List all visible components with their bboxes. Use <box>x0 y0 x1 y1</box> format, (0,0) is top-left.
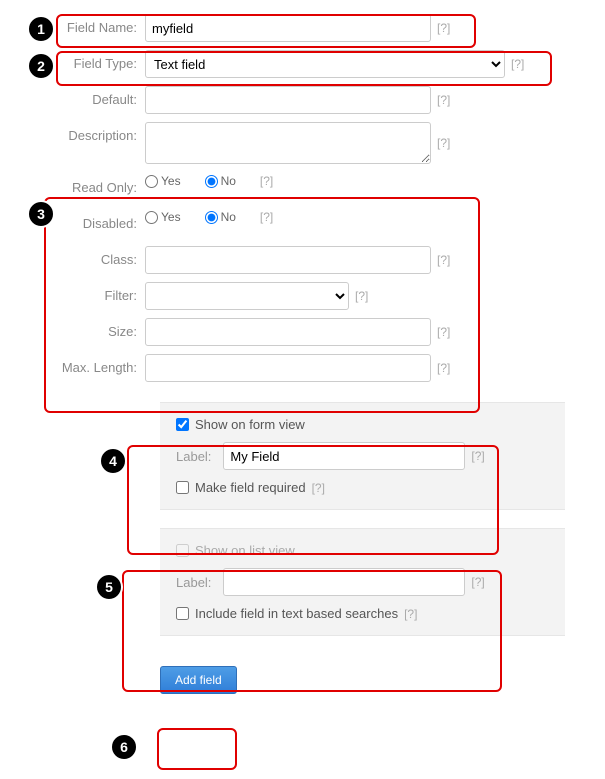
add-field-button[interactable]: Add field <box>160 666 237 694</box>
help-icon[interactable]: [?] <box>437 253 450 267</box>
read-only-no[interactable]: No <box>205 174 236 188</box>
default-label: Default: <box>0 86 145 107</box>
field-name-label: Field Name: <box>0 14 145 35</box>
callout-badge-5: 5 <box>95 573 123 601</box>
filter-select[interactable] <box>145 282 349 310</box>
help-icon[interactable]: [?] <box>437 361 450 375</box>
help-icon[interactable]: [?] <box>260 210 273 224</box>
class-label: Class: <box>0 246 145 267</box>
field-type-select[interactable]: Text field <box>145 50 505 78</box>
formview-label-label: Label: <box>176 449 211 464</box>
class-input[interactable] <box>145 246 431 274</box>
show-on-list-view-label: Show on list view <box>195 543 295 558</box>
help-icon[interactable]: [?] <box>471 575 484 589</box>
disabled-no[interactable]: No <box>205 210 236 224</box>
description-label: Description: <box>0 122 145 143</box>
help-icon[interactable]: [?] <box>511 57 524 71</box>
show-on-form-view-label: Show on form view <box>195 417 305 432</box>
help-icon[interactable]: [?] <box>471 449 484 463</box>
field-name-input[interactable] <box>145 14 431 42</box>
help-icon[interactable]: [?] <box>437 325 450 339</box>
size-input[interactable] <box>145 318 431 346</box>
description-textarea[interactable] <box>145 122 431 164</box>
help-icon[interactable]: [?] <box>260 174 273 188</box>
make-required-label: Make field required <box>195 480 306 495</box>
form-view-panel: Show on form view Label: [?] Make field … <box>160 402 565 510</box>
disabled-yes[interactable]: Yes <box>145 210 181 224</box>
default-input[interactable] <box>145 86 431 114</box>
show-on-list-view-checkbox[interactable] <box>176 544 189 557</box>
read-only-yes[interactable]: Yes <box>145 174 181 188</box>
callout-badge-4: 4 <box>99 447 127 475</box>
listview-label-input[interactable] <box>223 568 465 596</box>
listview-label-label: Label: <box>176 575 211 590</box>
filter-label: Filter: <box>0 282 145 303</box>
include-in-search-checkbox[interactable] <box>176 607 189 620</box>
help-icon[interactable]: [?] <box>355 289 368 303</box>
callout-badge-3: 3 <box>27 200 55 228</box>
make-required-checkbox[interactable] <box>176 481 189 494</box>
help-icon[interactable]: [?] <box>404 607 417 621</box>
callout-badge-2: 2 <box>27 52 55 80</box>
list-view-panel: Show on list view Label: [?] Include fie… <box>160 528 565 636</box>
show-on-form-view-checkbox[interactable] <box>176 418 189 431</box>
formview-label-input[interactable] <box>223 442 465 470</box>
size-label: Size: <box>0 318 145 339</box>
callout-badge-1: 1 <box>27 15 55 43</box>
max-length-label: Max. Length: <box>0 354 145 375</box>
help-icon[interactable]: [?] <box>437 21 450 35</box>
read-only-label: Read Only: <box>0 174 145 195</box>
include-in-search-label: Include field in text based searches <box>195 606 398 621</box>
help-icon[interactable]: [?] <box>437 93 450 107</box>
help-icon[interactable]: [?] <box>312 481 325 495</box>
field-type-label: Field Type: <box>0 50 145 71</box>
help-icon[interactable]: [?] <box>437 136 450 150</box>
max-length-input[interactable] <box>145 354 431 382</box>
callout-badge-6: 6 <box>110 733 138 761</box>
disabled-label: Disabled: <box>0 210 145 231</box>
